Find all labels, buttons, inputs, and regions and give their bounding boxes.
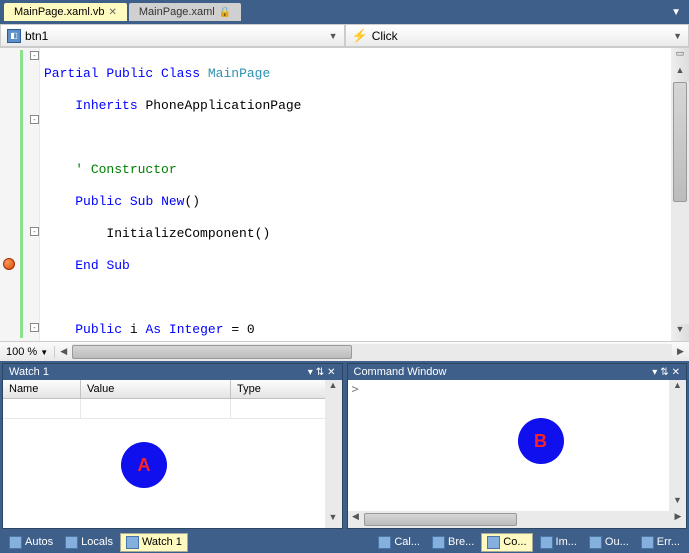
- grid-icon: [378, 536, 391, 549]
- fold-toggle[interactable]: -: [30, 323, 39, 332]
- status-tab-breakpoints[interactable]: Bre...: [427, 534, 479, 551]
- close-icon[interactable]: ✕: [109, 7, 117, 18]
- tab-mainpage-xaml[interactable]: MainPage.xaml 🔒: [129, 3, 241, 21]
- fold-toggle[interactable]: -: [30, 115, 39, 124]
- zoom-level[interactable]: 100 % ▼: [0, 346, 55, 358]
- watch-columns: Name Value Type: [3, 380, 342, 399]
- nav-dropdown-bar: ◧ btn1 ▼ ⚡ Click ▼: [0, 24, 689, 48]
- fold-toggle[interactable]: -: [30, 51, 39, 60]
- command-vertical-scrollbar[interactable]: ▲▼: [669, 380, 686, 511]
- dropdown-icon[interactable]: ▾: [308, 367, 313, 378]
- status-tab-errorlist[interactable]: Err...: [636, 534, 685, 551]
- split-icon[interactable]: ▭: [671, 48, 689, 65]
- grid-icon: [65, 536, 78, 549]
- status-tab-immediate[interactable]: Im...: [535, 534, 582, 551]
- status-tab-autos[interactable]: Autos: [4, 534, 58, 551]
- object-dropdown-text: btn1: [25, 29, 48, 43]
- watch-panel: Watch 1 ▾ ⇅ ✕ Name Value Type A ▲▼: [2, 363, 343, 529]
- tab-label: MainPage.xaml: [139, 6, 215, 18]
- editor-bottom-bar: 100 % ▼ ◀ ▶: [0, 341, 689, 361]
- bottom-panels: Watch 1 ▾ ⇅ ✕ Name Value Type A ▲▼ Comma…: [0, 361, 689, 531]
- watch-vertical-scrollbar[interactable]: ▲▼: [325, 380, 342, 528]
- breakpoint-marker[interactable]: [3, 258, 15, 270]
- grid-icon: [589, 536, 602, 549]
- scroll-left-icon[interactable]: ◀: [55, 346, 72, 357]
- document-tabs: MainPage.xaml.vb ✕ MainPage.xaml 🔒 ▼: [0, 0, 689, 24]
- chevron-down-icon: ▼: [673, 31, 682, 41]
- watch-row-empty[interactable]: [3, 399, 342, 419]
- command-horizontal-scrollbar[interactable]: ◀▶: [348, 511, 687, 528]
- panel-title: Watch 1: [9, 366, 49, 378]
- command-panel: Command Window ▾ ⇅ ✕ > B ▲▼ ◀▶: [347, 363, 688, 529]
- panel-title: Command Window: [354, 366, 447, 378]
- scroll-thumb[interactable]: [673, 82, 687, 202]
- col-value[interactable]: Value: [81, 380, 231, 398]
- close-icon[interactable]: ✕: [672, 367, 680, 378]
- editor-horizontal-scrollbar[interactable]: ◀ ▶: [55, 344, 689, 360]
- chevron-down-icon: ▼: [329, 31, 338, 41]
- pin-icon[interactable]: ⇅: [316, 367, 324, 378]
- grid-icon: [126, 536, 139, 549]
- fold-toggle[interactable]: -: [30, 227, 39, 236]
- grid-icon: [432, 536, 445, 549]
- tab-overflow-dropdown[interactable]: ▼: [671, 7, 689, 18]
- scroll-up-icon[interactable]: ▲: [671, 65, 689, 82]
- tab-mainpage-vb[interactable]: MainPage.xaml.vb ✕: [4, 3, 127, 21]
- code-editor[interactable]: - - - - Partial Public Class MainPage In…: [0, 48, 689, 341]
- pin-icon[interactable]: ⇅: [660, 367, 668, 378]
- lock-icon: 🔒: [219, 7, 231, 18]
- command-prompt[interactable]: >: [348, 380, 687, 398]
- editor-gutter: - - - -: [0, 48, 40, 341]
- status-tab-command[interactable]: Co...: [481, 533, 532, 552]
- status-tab-call[interactable]: Cal...: [373, 534, 425, 551]
- bolt-icon: ⚡: [352, 28, 368, 44]
- scroll-right-icon[interactable]: ▶: [672, 346, 689, 357]
- editor-vertical-scrollbar[interactable]: ▭ ▲ ▼: [671, 48, 689, 341]
- tab-label: MainPage.xaml.vb: [14, 6, 105, 18]
- code-content[interactable]: Partial Public Class MainPage Inherits P…: [40, 48, 671, 341]
- watch-panel-header[interactable]: Watch 1 ▾ ⇅ ✕: [3, 364, 342, 380]
- object-dropdown[interactable]: ◧ btn1 ▼: [0, 24, 345, 47]
- grid-icon: [9, 536, 22, 549]
- status-tab-watch1[interactable]: Watch 1: [120, 533, 188, 552]
- grid-icon: [641, 536, 654, 549]
- vb-object-icon: ◧: [7, 29, 21, 43]
- command-panel-header[interactable]: Command Window ▾ ⇅ ✕: [348, 364, 687, 380]
- scroll-thumb[interactable]: [72, 345, 352, 359]
- annotation-b: B: [518, 418, 564, 464]
- status-bar: Autos Locals Watch 1 Cal... Bre... Co...…: [0, 531, 689, 553]
- grid-icon: [540, 536, 553, 549]
- event-dropdown-text: Click: [372, 29, 398, 43]
- annotation-a: A: [121, 442, 167, 488]
- grid-icon: [487, 536, 500, 549]
- event-dropdown[interactable]: ⚡ Click ▼: [345, 24, 689, 47]
- scroll-down-icon[interactable]: ▼: [671, 324, 689, 341]
- status-tab-locals[interactable]: Locals: [60, 534, 118, 551]
- status-tab-output[interactable]: Ou...: [584, 534, 634, 551]
- col-name[interactable]: Name: [3, 380, 81, 398]
- close-icon[interactable]: ✕: [327, 367, 335, 378]
- dropdown-icon[interactable]: ▾: [652, 367, 657, 378]
